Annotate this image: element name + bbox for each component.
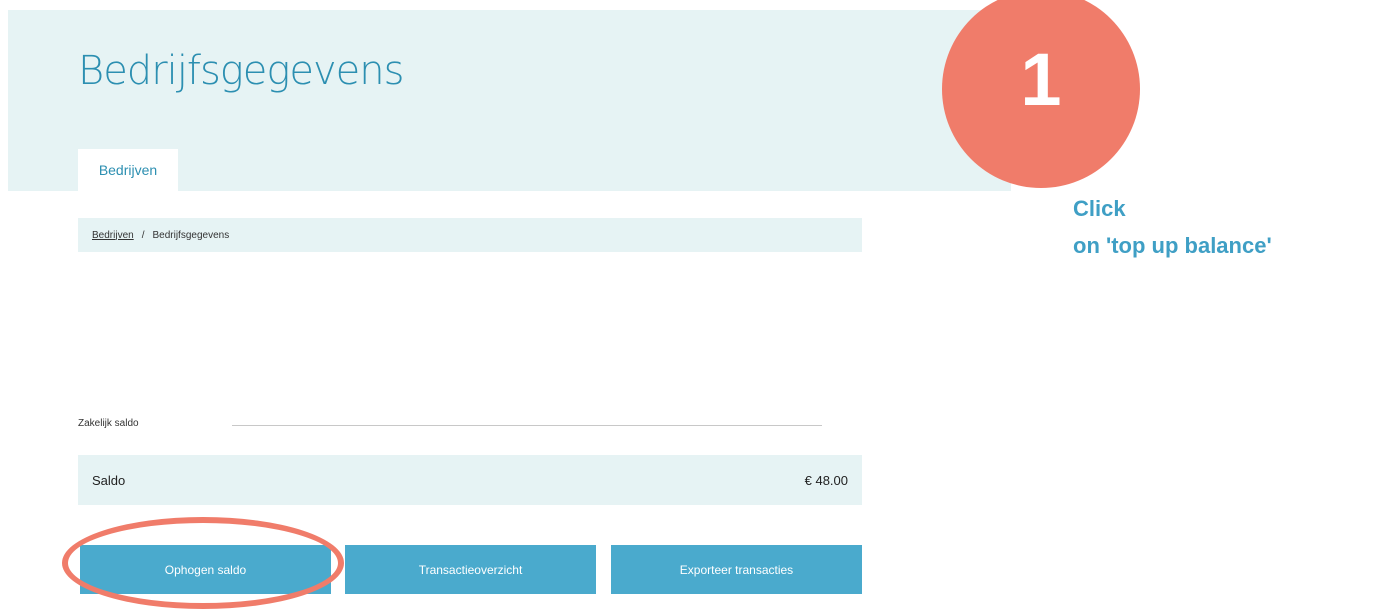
step-number-badge: 1	[942, 0, 1140, 188]
page-title: Bedrijfsgegevens	[78, 48, 404, 94]
section-label-business-balance: Zakelijk saldo	[78, 418, 139, 429]
balance-value: € 48.00	[804, 472, 848, 488]
balance-row: Saldo € 48.00	[78, 455, 862, 505]
top-up-balance-button[interactable]: Ophogen saldo	[80, 545, 331, 594]
section-divider	[232, 425, 822, 426]
instruction-text: Click on 'top up balance'	[1073, 190, 1272, 264]
instruction-line-1: Click	[1073, 196, 1126, 221]
breadcrumb-separator: /	[141, 229, 145, 241]
instruction-line-2: on 'top up balance'	[1073, 233, 1272, 258]
breadcrumb-link-bedrijven[interactable]: Bedrijven	[92, 230, 134, 241]
tab-bedrijven[interactable]: Bedrijven	[78, 149, 178, 191]
breadcrumb-current: Bedrijfsgegevens	[152, 229, 230, 241]
breadcrumb: Bedrijven / Bedrijfsgegevens	[78, 218, 862, 252]
export-transactions-button[interactable]: Exporteer transacties	[611, 545, 862, 594]
balance-label: Saldo	[92, 472, 126, 488]
transaction-overview-button[interactable]: Transactieoverzicht	[345, 545, 596, 594]
